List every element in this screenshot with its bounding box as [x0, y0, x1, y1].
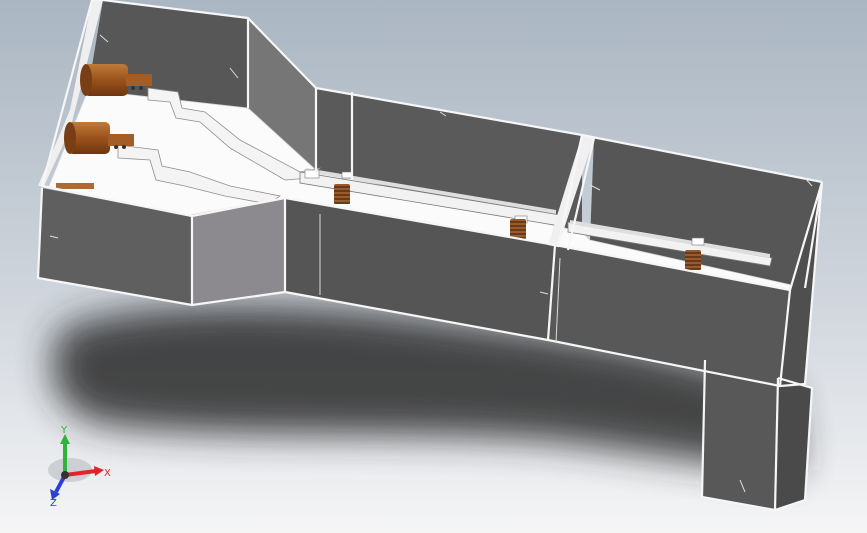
spring-insulator-2 [510, 219, 526, 239]
bolt-plate [691, 237, 705, 246]
spring-insulator-1 [334, 184, 350, 204]
copper-strip [56, 183, 94, 189]
model-scene[interactable]: Y X Z [0, 0, 867, 533]
axis-x-label: X [104, 468, 111, 479]
bolt-plate [341, 171, 353, 179]
spring-insulator-3 [685, 250, 701, 270]
cad-viewport[interactable]: Y X Z [0, 0, 867, 533]
axis-z-label: Z [50, 498, 57, 509]
axis-y-label: Y [60, 425, 68, 436]
